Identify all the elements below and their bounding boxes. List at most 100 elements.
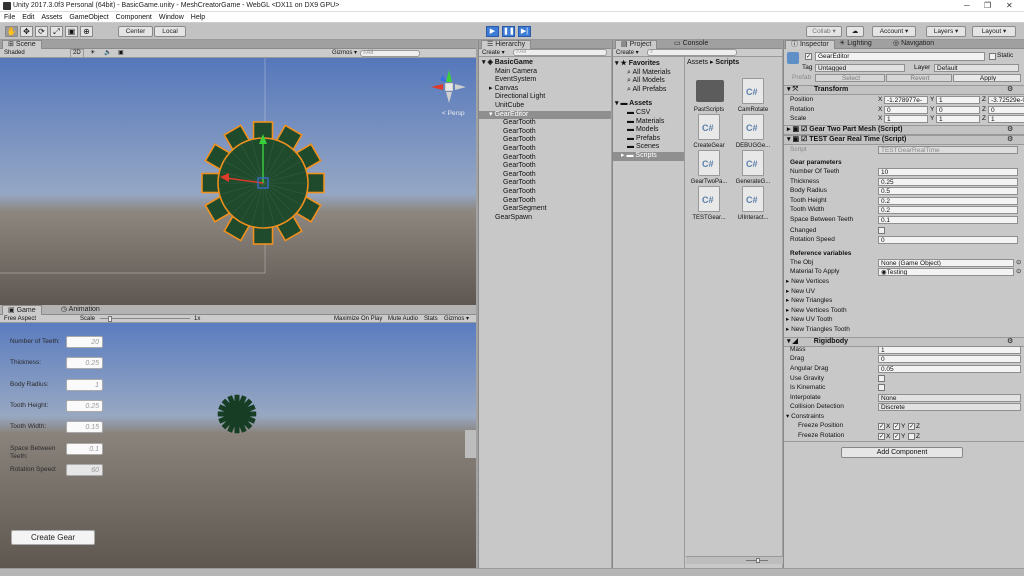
transform-header[interactable]: ▾ ⤧ Transform ⚙: [784, 85, 1024, 95]
pause-button-icon[interactable]: ❚❚: [502, 26, 515, 37]
csharp-script-icon[interactable]: C#: [742, 78, 764, 104]
scene-gizmos-dropdown[interactable]: Gizmos ▾: [332, 49, 357, 58]
menu-edit[interactable]: Edit: [22, 12, 34, 23]
menu-gameobject[interactable]: GameObject: [69, 12, 108, 23]
rigidbody-field[interactable]: 0.05: [878, 364, 1021, 373]
is-kinematic-checkbox[interactable]: [878, 384, 885, 391]
hierarchy-child-item[interactable]: GearTooth: [479, 188, 611, 197]
changed-checkbox[interactable]: [878, 227, 885, 234]
hierarchy-search-input[interactable]: ⌕All: [513, 49, 607, 56]
transform-scl-field[interactable]: 1: [884, 115, 928, 123]
pivot-local-button[interactable]: Local: [154, 26, 186, 37]
scene-viewport[interactable]: < Persp: [0, 58, 476, 305]
component-header-gear-two-part[interactable]: ▸ ▣ ☑ Gear Two Part Mesh (Script) ⚙: [784, 125, 1024, 135]
layer-dropdown[interactable]: Default: [934, 64, 1019, 72]
minimize-icon[interactable]: ─: [964, 1, 970, 10]
hierarchy-item[interactable]: GearSpawn: [479, 214, 611, 223]
interpolate-dropdown[interactable]: None: [878, 394, 1021, 402]
collab-button[interactable]: Collab ▾: [806, 26, 842, 37]
tab-scene[interactable]: ⊞ Scene: [2, 40, 42, 49]
account-dropdown[interactable]: Account ▾: [872, 26, 916, 37]
rect-tool-icon[interactable]: ▣: [65, 26, 78, 37]
mute-audio-toggle[interactable]: Mute Audio: [388, 315, 418, 323]
csharp-script-icon[interactable]: C#: [742, 114, 764, 140]
array-foldout[interactable]: ▸ New Vertices Tooth: [786, 306, 847, 315]
scale-slider-thumb[interactable]: [108, 316, 112, 322]
zoom-slider-thumb[interactable]: [756, 558, 760, 563]
freeze-checkbox[interactable]: ✓: [893, 423, 900, 430]
use-gravity-checkbox[interactable]: [878, 375, 885, 382]
asset-folder-item[interactable]: ▬ Scenes: [613, 143, 684, 152]
csharp-script-icon[interactable]: C#: [698, 114, 720, 140]
effects-toggle-icon[interactable]: ▣: [118, 49, 124, 58]
tab-inspector[interactable]: ⓘ Inspector: [785, 40, 835, 49]
maximize-icon[interactable]: ❐: [984, 1, 991, 10]
form-input[interactable]: 1: [66, 378, 103, 391]
hierarchy-item[interactable]: Main Camera: [479, 68, 611, 77]
menu-help[interactable]: Help: [191, 12, 205, 23]
transform-scl-field[interactable]: 1: [988, 115, 1024, 123]
hierarchy-child-item[interactable]: GearTooth: [479, 136, 611, 145]
cloud-icon[interactable]: ☁: [846, 26, 864, 37]
csharp-script-icon[interactable]: C#: [742, 186, 764, 212]
hierarchy-child-item[interactable]: GearTooth: [479, 162, 611, 171]
favorite-item[interactable]: ⌕ All Materials: [613, 69, 684, 78]
component-header-test-gear[interactable]: ▾ ▣ ☑ TEST Gear Real Time (Script) ⚙: [784, 135, 1024, 145]
form-input[interactable]: 0.15: [66, 421, 103, 434]
freeze-checkbox[interactable]: ✓: [893, 433, 900, 440]
hierarchy-child-item[interactable]: GearTooth: [479, 171, 611, 180]
param-field[interactable]: 0.2: [878, 196, 1018, 205]
stats-toggle[interactable]: Stats: [424, 315, 438, 323]
freeze-checkbox[interactable]: ✓: [878, 423, 885, 430]
scene-root-item[interactable]: ▾ ◈ BasicGame: [479, 59, 611, 68]
tab-game[interactable]: ▣ Game: [2, 305, 42, 315]
tag-dropdown[interactable]: Untagged: [815, 64, 905, 72]
material-picker-icon[interactable]: ⊙: [1016, 267, 1021, 276]
rigidbody-field[interactable]: 0: [878, 355, 1021, 364]
menu-window[interactable]: Window: [159, 12, 184, 23]
tab-navigation[interactable]: ◎ Navigation: [888, 40, 939, 49]
active-checkbox[interactable]: ✓: [805, 53, 812, 60]
asset-folder-item[interactable]: ▬ Models: [613, 126, 684, 135]
array-foldout[interactable]: ▸ New Triangles Tooth: [786, 325, 850, 334]
form-input[interactable]: 20: [66, 336, 103, 348]
component-settings-icon[interactable]: ⚙: [1007, 126, 1013, 134]
asset-folder-item[interactable]: ▬ CSV: [613, 109, 684, 118]
prefab-select-button[interactable]: Select: [815, 74, 885, 82]
add-component-button[interactable]: Add Component: [841, 447, 963, 458]
scale-tool-icon[interactable]: ⤢: [50, 26, 63, 37]
hierarchy-item[interactable]: UnitCube: [479, 102, 611, 111]
hierarchy-item[interactable]: ▸ Canvas: [479, 85, 611, 94]
param-field[interactable]: 0.2: [878, 206, 1018, 215]
the-obj-field[interactable]: None (Game Object): [878, 259, 1014, 267]
collision-dropdown[interactable]: Discrete: [878, 403, 1021, 411]
maximize-on-play-toggle[interactable]: Maximize On Play: [334, 315, 382, 323]
asset-folder-item[interactable]: ▬ Materials: [613, 118, 684, 127]
tab-project[interactable]: ▤ Project: [615, 40, 658, 49]
transform-scl-field[interactable]: 1: [936, 115, 980, 123]
hierarchy-child-item[interactable]: GearTooth: [479, 145, 611, 154]
scene-search-input[interactable]: ⌕All: [360, 50, 420, 57]
tab-hierarchy[interactable]: ☰ Hierarchy: [481, 40, 532, 49]
favorite-item[interactable]: ⌕ All Models: [613, 77, 684, 86]
asset-folder-item[interactable]: ▸ ▬ Scripts: [613, 151, 684, 161]
hierarchy-child-item[interactable]: GearTooth: [479, 119, 611, 128]
transform-rot-field[interactable]: 0: [884, 106, 928, 114]
assets-header[interactable]: ▾ ▬ Assets: [613, 100, 684, 109]
form-input[interactable]: 0.1: [66, 442, 103, 455]
csharp-script-icon[interactable]: C#: [742, 150, 764, 176]
object-name-field[interactable]: GearEditor: [815, 52, 985, 61]
menu-component[interactable]: Component: [116, 12, 152, 23]
freeze-checkbox[interactable]: [908, 433, 915, 440]
play-button-icon[interactable]: ▶: [486, 26, 499, 37]
tab-animation[interactable]: ◷ Animation: [56, 305, 105, 315]
array-foldout[interactable]: ▸ New Vertices: [786, 277, 829, 286]
array-foldout[interactable]: ▸ New UV Tooth: [786, 315, 833, 324]
hierarchy-child-item[interactable]: GearTooth: [479, 154, 611, 163]
close-icon[interactable]: ✕: [1006, 1, 1013, 10]
array-foldout[interactable]: ▸ New UV: [786, 287, 815, 296]
freeze-checkbox[interactable]: ✓: [878, 433, 885, 440]
transform-rot-field[interactable]: 0: [988, 106, 1024, 114]
project-create-dropdown[interactable]: Create ▾: [616, 49, 639, 57]
freeze-checkbox[interactable]: ✓: [908, 423, 915, 430]
